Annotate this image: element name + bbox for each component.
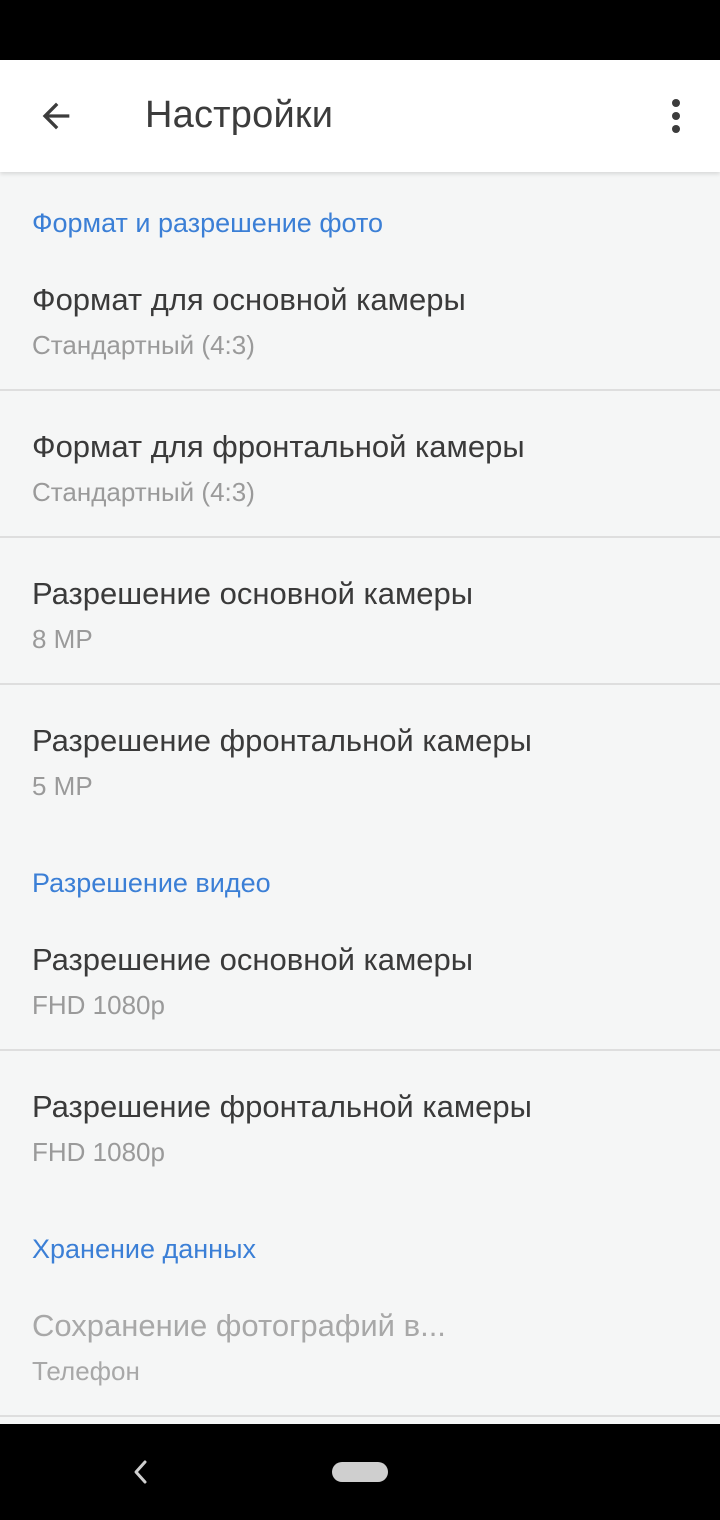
setting-value: Стандартный (4:3) xyxy=(32,477,255,507)
more-vert-icon xyxy=(672,99,680,133)
setting-title: Сохранение фотографий в... xyxy=(32,1308,446,1343)
navigation-bar xyxy=(0,1424,720,1520)
app-bar: Настройки xyxy=(0,60,720,172)
setting-value: 8 MP xyxy=(32,624,93,654)
setting-main-camera-format[interactable]: Формат для основной камеры Стандартный (… xyxy=(0,244,720,390)
divider xyxy=(0,1415,720,1417)
page-title: Настройки xyxy=(145,94,334,136)
setting-title: Формат для фронтальной камеры xyxy=(32,429,525,464)
section-header-video: Разрешение видео xyxy=(32,868,271,898)
nav-home-pill[interactable] xyxy=(332,1462,388,1482)
setting-value: Стандартный (4:3) xyxy=(32,330,255,360)
setting-front-camera-resolution[interactable]: Разрешение фронтальной камеры 5 MP xyxy=(0,685,720,831)
chevron-left-icon xyxy=(134,1460,147,1484)
setting-title: Разрешение фронтальной камеры xyxy=(32,1089,532,1124)
setting-title: Разрешение основной камеры xyxy=(32,576,474,611)
setting-title: Формат для основной камеры xyxy=(32,282,466,317)
setting-front-camera-video-resolution[interactable]: Разрешение фронтальной камеры FHD 1080p xyxy=(0,1051,720,1197)
arrow-left-icon xyxy=(42,102,70,130)
setting-front-camera-format[interactable]: Формат для фронтальной камеры Стандартны… xyxy=(0,391,720,537)
status-bar xyxy=(0,0,720,60)
setting-main-camera-resolution[interactable]: Разрешение основной камеры 8 MP xyxy=(0,538,720,684)
setting-photo-storage-location[interactable]: Сохранение фотографий в... Телефон xyxy=(0,1270,720,1416)
settings-list[interactable]: Формат и разрешение фото Формат для осно… xyxy=(0,172,720,1424)
more-options-button[interactable] xyxy=(648,84,704,148)
back-button[interactable] xyxy=(24,84,88,148)
section-header-photo: Формат и разрешение фото xyxy=(32,208,384,238)
setting-value: Телефон xyxy=(32,1356,140,1386)
setting-title: Разрешение фронтальной камеры xyxy=(32,723,532,758)
setting-value: 5 MP xyxy=(32,771,93,801)
setting-value: FHD 1080p xyxy=(32,990,165,1020)
setting-main-camera-video-resolution[interactable]: Разрешение основной камеры FHD 1080p xyxy=(0,904,720,1050)
setting-title: Разрешение основной камеры xyxy=(32,942,474,977)
nav-back-button[interactable] xyxy=(120,1452,160,1492)
setting-value: FHD 1080p xyxy=(32,1137,165,1167)
section-header-storage: Хранение данных xyxy=(32,1234,256,1264)
